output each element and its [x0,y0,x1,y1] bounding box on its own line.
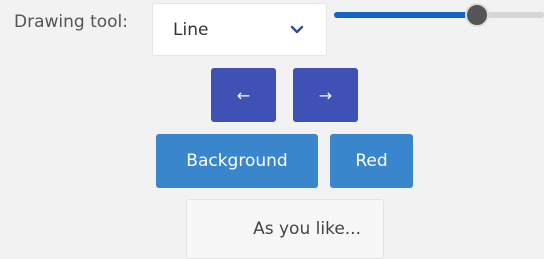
chevron-down-icon [290,25,304,34]
drawing-tool-select[interactable]: Line [152,3,327,56]
slider-thumb[interactable] [464,3,489,27]
background-button[interactable]: Background [156,134,318,188]
slider-fill [334,12,477,18]
red-color-button[interactable]: Red [330,134,413,188]
prev-button[interactable]: ← [211,68,276,122]
drawing-tool-label: Drawing tool: [14,12,129,32]
custom-color-button[interactable]: As you like... [186,199,384,259]
size-slider[interactable] [334,0,544,30]
next-button[interactable]: → [293,68,358,122]
drawing-tool-value: Line [173,20,209,40]
